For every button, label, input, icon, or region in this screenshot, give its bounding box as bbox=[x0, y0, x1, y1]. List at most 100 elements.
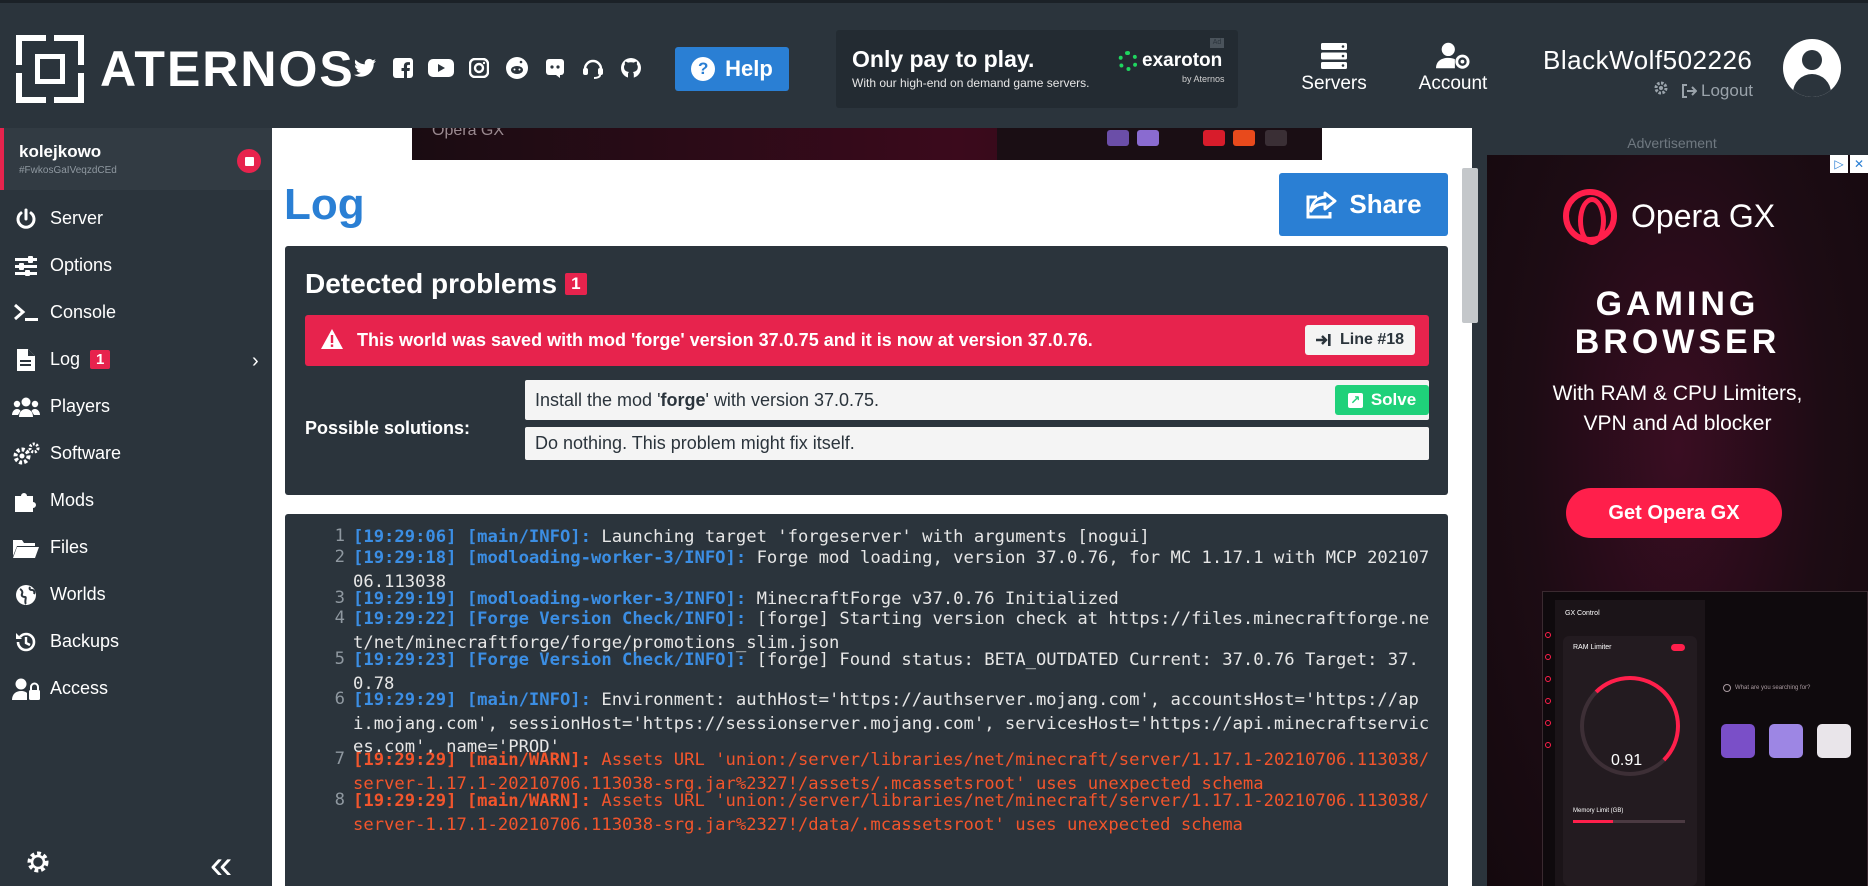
scroll-up-icon[interactable]: ˄ bbox=[1463, 128, 1477, 144]
settings-gear-icon[interactable] bbox=[1653, 80, 1669, 101]
account-label: Account bbox=[1418, 73, 1488, 94]
user-cog-icon bbox=[1436, 39, 1470, 73]
log-message: MinecraftForge v37.0.76 Initialized bbox=[746, 589, 1119, 609]
log-line-number: 3 bbox=[334, 588, 345, 608]
sidebar-item-label: Access bbox=[50, 678, 109, 698]
top-banner-ad[interactable]: Opera GX bbox=[412, 128, 1322, 160]
server-status-icon[interactable] bbox=[237, 149, 261, 173]
top-ad-text: Opera GX bbox=[432, 128, 505, 139]
solution-text-mod: forge bbox=[660, 389, 706, 410]
facebook-icon[interactable] bbox=[390, 55, 416, 81]
github-icon[interactable] bbox=[618, 55, 644, 81]
exaroton-by-label: by Aternos bbox=[1182, 74, 1225, 84]
sidebar-item-players[interactable]: Players bbox=[0, 383, 272, 430]
ad-headline-2: BROWSER bbox=[1574, 323, 1781, 361]
problems-heading: Detected problems 1 bbox=[305, 268, 587, 300]
sidebar-item-access[interactable]: Access bbox=[0, 665, 272, 712]
get-opera-gx-button[interactable]: Get Opera GX bbox=[1566, 488, 1782, 538]
exaroton-brand: exaroton bbox=[1142, 50, 1223, 71]
sidebar-item-software[interactable]: Software bbox=[0, 430, 272, 477]
sidebar-item-label: Worlds bbox=[50, 584, 106, 604]
log-viewer: 1 [19:29:06] [main/INFO]: Launching targ… bbox=[285, 514, 1448, 886]
exaroton-logo: exaroton bbox=[1118, 50, 1222, 72]
username[interactable]: BlackWolf502226 bbox=[1543, 45, 1753, 76]
sidebar-item-server[interactable]: Server bbox=[0, 195, 272, 242]
log-tag: [19:29:29] [main/WARN]: bbox=[353, 791, 591, 811]
youtube-icon[interactable] bbox=[428, 55, 454, 81]
aternos-logo[interactable]: ATERNOS bbox=[16, 35, 355, 103]
ram-limiter-card: RAM Limiter 0.91 Memory Limit (GB) bbox=[1563, 636, 1697, 886]
solution-item: Install the mod ' forge ' with version 37.… bbox=[525, 380, 1429, 420]
log-tag: [19:29:29] [main/INFO]: bbox=[353, 690, 591, 710]
log-line-number: 2 bbox=[334, 547, 345, 567]
log-line-number: 7 bbox=[334, 749, 345, 769]
exaroton-promo-banner[interactable]: Only pay to play. With our high-end on d… bbox=[836, 30, 1238, 108]
promo-subtitle: With our high-end on demand game servers… bbox=[852, 76, 1090, 90]
sidebar-item-files[interactable]: Files bbox=[0, 524, 272, 571]
reddit-icon[interactable] bbox=[504, 55, 530, 81]
ad-choices[interactable]: ▷ ✕ bbox=[1830, 155, 1868, 173]
sidebar-item-worlds[interactable]: Worlds bbox=[0, 571, 272, 618]
problem-alert-text: This world was saved with mod 'forge' ve… bbox=[357, 330, 1093, 350]
instagram-icon[interactable] bbox=[466, 55, 492, 81]
cogs-icon bbox=[12, 440, 40, 468]
discord-icon[interactable] bbox=[542, 55, 568, 81]
server-card[interactable]: kolejkowo #FwkosGaIVeqzdCEd bbox=[0, 128, 272, 190]
collapse-sidebar-icon[interactable]: « bbox=[210, 843, 232, 886]
support-icon[interactable] bbox=[580, 55, 606, 81]
ram-limiter-label: RAM Limiter bbox=[1573, 644, 1612, 651]
share-icon bbox=[1306, 191, 1337, 218]
user-lock-icon bbox=[12, 675, 40, 703]
sidebar-item-label: Log bbox=[50, 349, 81, 369]
sidebar-item-console[interactable]: Console bbox=[0, 289, 272, 336]
gx-control-panel: GX Control RAM Limiter 0.91 Memory Limit… bbox=[1555, 600, 1705, 886]
log-line-number: 6 bbox=[334, 689, 345, 709]
solve-button[interactable]: ↗ Solve bbox=[1335, 385, 1429, 415]
top-header: ATERNOS ? Help Only pay to play. With ou… bbox=[0, 0, 1868, 128]
sidebar-ad[interactable]: ▷ ✕ Opera GX GAMING BROWSER With RAM & C… bbox=[1487, 155, 1868, 886]
sidebar-item-mods[interactable]: Mods bbox=[0, 477, 272, 524]
promo-title: Only pay to play. bbox=[852, 46, 1035, 72]
ad-sub-1: With RAM & CPU Limiters, bbox=[1552, 382, 1803, 405]
sidebar-item-backups[interactable]: Backups bbox=[0, 618, 272, 665]
history-icon bbox=[12, 628, 40, 656]
sidebar-item-label: Software bbox=[50, 443, 122, 463]
ad-sub-2: VPN and Ad blocker bbox=[1583, 412, 1772, 435]
servers-icon bbox=[1317, 39, 1351, 73]
log-tag: [19:29:18] [modloading-worker-3/INFO]: bbox=[353, 548, 747, 568]
sidebar-nav: Server Options Console Log 1 › Players S… bbox=[0, 195, 272, 712]
globe-icon bbox=[12, 581, 40, 609]
share-button[interactable]: Share bbox=[1279, 173, 1448, 236]
opera-gx-logo: Opera GX bbox=[1563, 189, 1775, 245]
search-icon bbox=[1723, 684, 1731, 692]
ad-search-bar: What are you searching for? bbox=[1723, 680, 1863, 696]
warning-icon bbox=[321, 329, 343, 349]
sidebar-item-options[interactable]: Options bbox=[0, 242, 272, 289]
opera-icon bbox=[1563, 189, 1617, 245]
gear-icon[interactable] bbox=[25, 849, 51, 875]
close-icon[interactable]: ✕ bbox=[1850, 155, 1868, 173]
twitter-icon[interactable] bbox=[352, 55, 378, 81]
servers-nav-link[interactable]: Servers bbox=[1300, 39, 1368, 95]
help-button[interactable]: ? Help bbox=[675, 47, 789, 91]
sidebar-item-label: Options bbox=[50, 255, 113, 275]
ram-limiter-toggle bbox=[1671, 644, 1685, 651]
logout-link[interactable]: Logout bbox=[1681, 81, 1753, 101]
scrollbar-thumb[interactable] bbox=[1462, 168, 1478, 323]
account-nav-link[interactable]: Account bbox=[1414, 39, 1492, 95]
ad-browser-screenshot: GX Control RAM Limiter 0.91 Memory Limit… bbox=[1542, 591, 1868, 886]
terminal-icon bbox=[12, 299, 40, 327]
server-name: kolejkowo bbox=[19, 142, 102, 161]
sidebar-item-log[interactable]: Log 1 › bbox=[0, 336, 272, 383]
avatar[interactable] bbox=[1783, 39, 1841, 97]
ad-headline-1: GAMING bbox=[1595, 285, 1760, 323]
log-tag: [19:29:29] [main/WARN]: bbox=[353, 750, 591, 770]
detected-problems-panel: Detected problems 1 This world was saved… bbox=[285, 246, 1448, 495]
adchoices-icon[interactable]: ▷ bbox=[1830, 155, 1848, 173]
puzzle-icon bbox=[12, 487, 40, 515]
ad-badge: Ad bbox=[1210, 38, 1224, 48]
sidebar-item-label: Server bbox=[50, 208, 104, 228]
goto-line-button[interactable]: Line #18 bbox=[1305, 325, 1415, 355]
twitch-tile-icon bbox=[1721, 724, 1755, 758]
problem-alert: This world was saved with mod 'forge' ve… bbox=[305, 315, 1429, 366]
